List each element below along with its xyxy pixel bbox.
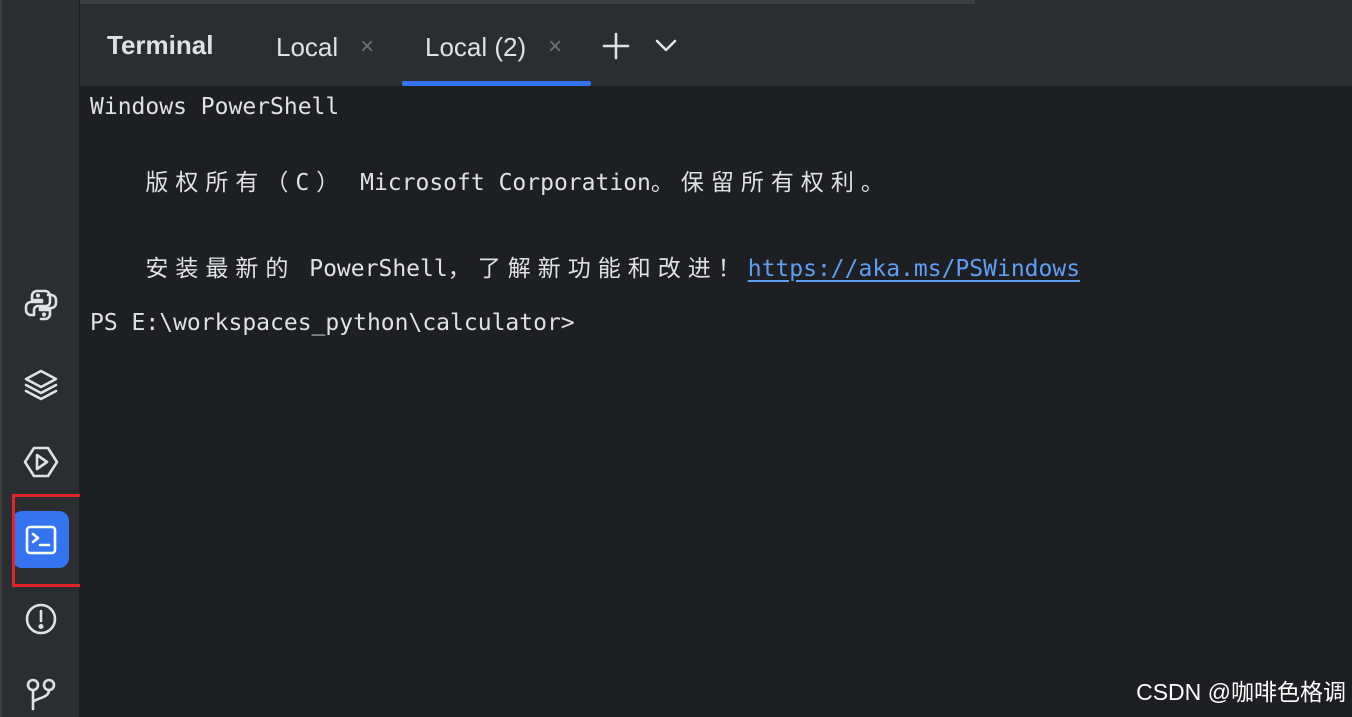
terminal-output[interactable]: Windows PowerShell 版权所有（C） Microsoft Cor… [80,86,1352,717]
python-console-button[interactable] [12,276,69,333]
tab-local-2[interactable]: Local (2) × [425,30,562,64]
output-line: 安装最新的 PowerShell，了解新功能和改进！https://aka.ms… [90,223,1080,309]
terminal-button[interactable] [12,511,69,568]
terminal-tab-bar: Terminal Local × Local (2) × [80,0,1352,86]
output-line: Windows PowerShell [90,94,340,120]
features-text: ，了解新功能和改进！ [447,256,748,282]
services-icon [23,446,58,477]
powershell-text: PowerShell [295,256,448,282]
shell-prompt: PS E:\workspaces_python\calculator> [90,310,575,336]
copyright-text: 版权所有（C） [145,170,347,196]
rights-text: 。保留所有权利。 [650,170,891,196]
company-text: Microsoft Corporation [346,170,651,196]
top-border [80,0,975,4]
tab-label: Local (2) [425,31,527,62]
git-button[interactable] [12,664,69,717]
problems-icon [25,603,56,634]
problems-button[interactable] [12,590,69,647]
pswindows-link[interactable]: https://aka.ms/PSWindows [748,256,1080,282]
tool-window-title: Terminal [107,30,214,60]
python-packages-icon [24,369,57,400]
git-icon [26,678,55,710]
tab-label: Local [276,31,339,62]
watermark: CSDN @咖啡色格调 [1136,679,1346,705]
close-icon[interactable]: × [548,33,562,61]
terminal-icon [25,525,56,554]
services-button[interactable] [12,433,69,490]
output-line: 版权所有（C） Microsoft Corporation。保留所有权利。 [90,137,891,223]
tool-window-bar [0,0,80,717]
tab-options-button[interactable] [648,28,684,64]
new-tab-button[interactable] [598,28,634,64]
install-text: 安装最新的 [145,256,296,282]
window-edge [0,0,2,717]
tab-local[interactable]: Local × [276,30,374,64]
close-icon[interactable]: × [360,33,374,61]
plus-icon [602,32,630,60]
python-packages-button[interactable] [12,355,69,412]
python-console-icon [24,289,57,320]
chevron-down-icon [655,39,677,52]
